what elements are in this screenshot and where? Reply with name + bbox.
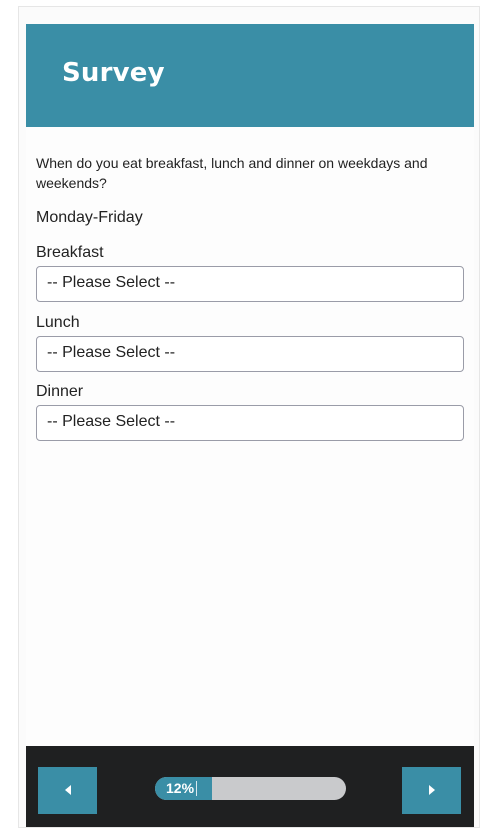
question-text: When do you eat breakfast, lunch and din…	[36, 155, 428, 191]
field-label-breakfast: Breakfast	[36, 244, 104, 261]
progress-bar: 12%	[155, 777, 346, 800]
field-label-dinner: Dinner	[36, 383, 84, 400]
progress-divider	[196, 781, 197, 796]
breakfast-select[interactable]: -- Please Select --	[36, 266, 464, 302]
chevron-left-icon	[65, 785, 71, 795]
next-button[interactable]	[402, 767, 461, 814]
progress-percent: 12%	[166, 780, 195, 796]
chevron-right-icon	[429, 785, 435, 795]
page-title: Survey	[62, 58, 165, 88]
survey-header: Survey	[26, 24, 474, 127]
dinner-select[interactable]: -- Please Select --	[36, 405, 464, 441]
previous-button[interactable]	[38, 767, 97, 814]
survey-content: When do you eat breakfast, lunch and din…	[26, 127, 474, 746]
lunch-select[interactable]: -- Please Select --	[36, 336, 464, 372]
group-label-weekdays: Monday-Friday	[36, 209, 143, 226]
field-label-lunch: Lunch	[36, 314, 80, 331]
survey-footer: 12%	[26, 746, 474, 827]
